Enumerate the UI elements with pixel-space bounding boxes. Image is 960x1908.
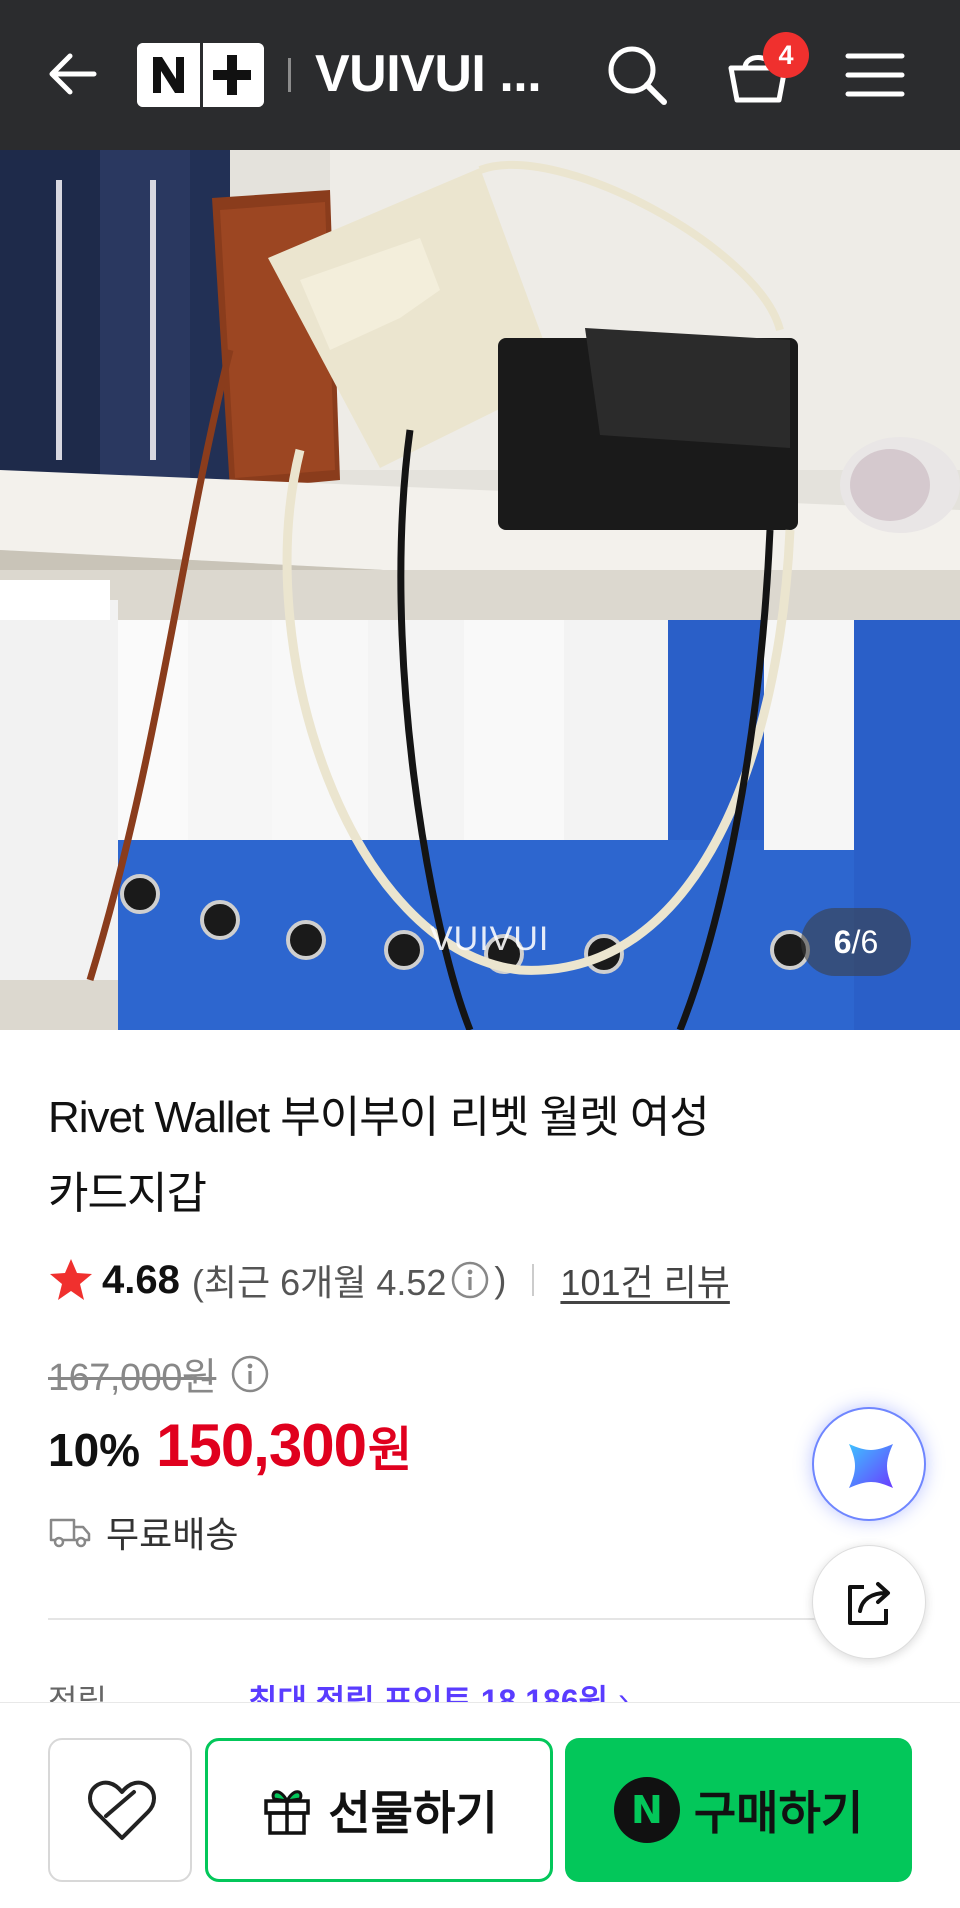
review-count-link[interactable]: 101건 리뷰 [560,1254,729,1306]
gift-button[interactable]: 선물하기 [205,1738,553,1882]
search-icon[interactable] [604,42,670,108]
cart-count-badge: 4 [763,32,809,78]
buy-button[interactable]: N 구매하기 [565,1738,912,1882]
shipping-text: 무료배송 [106,1514,239,1555]
star-icon [50,1259,92,1300]
image-counter: 6/6 [801,908,911,976]
top-app-bar: VUIVUI ... 4 [0,0,960,150]
wishlist-heart-icon [88,1780,156,1840]
ai-assistant-button[interactable] [812,1407,926,1521]
menu-icon[interactable] [844,48,906,102]
product-photo [0,150,960,1030]
product-image[interactable]: VUIVUI 6/6 [0,150,960,1030]
rating-score: 4.68 [102,1257,180,1302]
image-counter-total: 6 [860,924,879,960]
info-icon[interactable] [230,1354,270,1394]
shipping-info: 무료배송 [48,1506,238,1558]
section-divider [48,1618,912,1620]
rating-row: 4.68 (최근 6개월 4.52 ) 101건 리뷰 [48,1252,730,1308]
image-counter-current: 6 [833,924,852,960]
original-price-row: 167,000원 [48,1346,270,1401]
bottom-action-bar: 선물하기 N 구매하기 [0,1702,960,1908]
sale-price-row: 10% 150,300 원 [48,1410,412,1480]
product-title: Rivet Wallet 부이부이 리벳 월렛 여성 카드지갑 [48,1080,808,1232]
currency-unit: 원 [367,1424,413,1477]
share-button[interactable] [812,1545,926,1659]
header-divider [288,58,291,92]
share-icon [848,1582,890,1625]
wishlist-button[interactable] [48,1738,192,1882]
discount-rate: 10% [48,1424,141,1476]
back-arrow-icon[interactable] [42,44,102,104]
product-title-line-2: 카드지갑 [48,1169,207,1218]
rating-separator [532,1264,535,1296]
gift-button-label: 선물하기 [328,1787,498,1839]
buy-button-label: 구매하기 [693,1787,864,1839]
original-price: 167,000원 [48,1357,217,1399]
recent-rating-text: (최근 6개월 4.52 [191,1262,447,1303]
store-title[interactable]: VUIVUI ... [315,44,545,104]
info-icon[interactable] [450,1260,490,1300]
naverpay-icon: N [613,1777,680,1843]
sale-price: 150,300 [156,1412,367,1479]
gift-icon [264,1790,311,1835]
naver-plus-logo[interactable] [137,43,264,107]
recent-rating-close: ) [494,1259,507,1300]
ai-assistant-icon [849,1444,893,1488]
image-watermark: VUIVUI [430,920,550,958]
product-title-line-1: Rivet Wallet 부이부이 리벳 월렛 여성 [48,1093,710,1142]
truck-icon [49,1518,91,1548]
